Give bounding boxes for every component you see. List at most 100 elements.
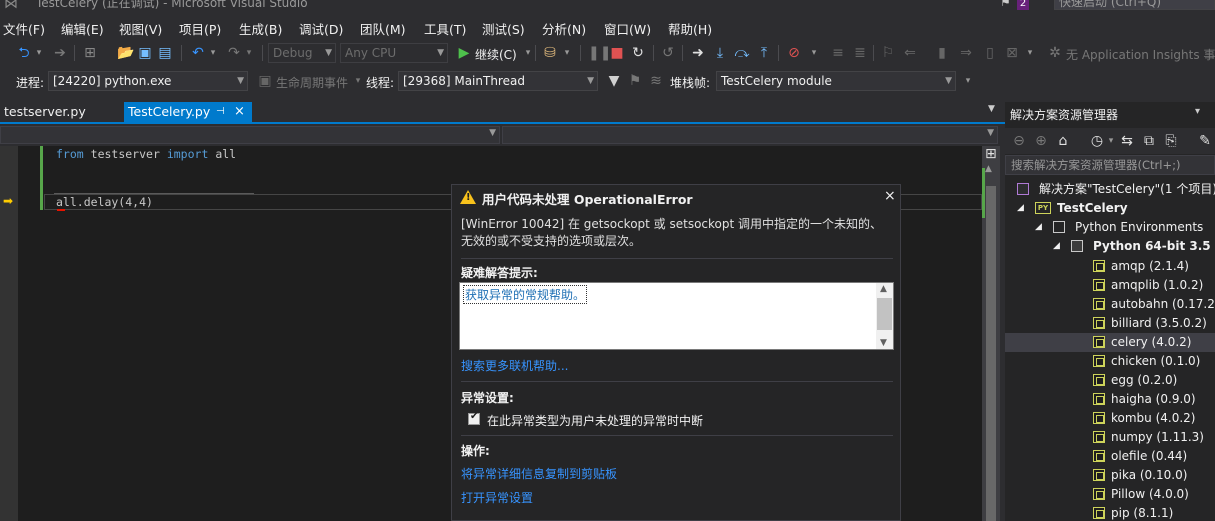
solution-search-input[interactable]: 搜索解决方案资源管理器(Ctrl+;) [1005, 155, 1215, 175]
comment-icon[interactable]: ≡ [830, 40, 846, 66]
menu-window[interactable]: 窗口(W) [604, 19, 651, 38]
open-file-icon[interactable]: 📂 [117, 40, 134, 66]
sync-icon[interactable]: ⇆ [1119, 128, 1135, 154]
undo-dropdown-icon[interactable]: ▾ [205, 40, 221, 66]
redo-dropdown-icon[interactable]: ▾ [241, 40, 257, 66]
forward-icon[interactable]: ⊕ [1033, 128, 1049, 154]
general-help-link[interactable]: 获取异常的常规帮助。 [463, 285, 588, 304]
close-tab-icon[interactable]: × [234, 102, 245, 122]
continue-button[interactable]: 继续(C) [475, 46, 517, 63]
filter-icon[interactable]: ▼ [606, 68, 622, 94]
browse-dropdown-icon[interactable]: ▾ [559, 40, 575, 66]
lifecycle-events-icon[interactable]: ▣ [257, 68, 273, 94]
tab-testcelery[interactable]: TestCelery.py ⊣ × [124, 102, 252, 122]
scroll-down-icon[interactable]: ▼ [880, 338, 887, 348]
menu-team[interactable]: 团队(M) [360, 19, 406, 38]
notification-flag-icon[interactable]: ⚑ [1000, 0, 1011, 9]
menu-project[interactable]: 项目(P) [179, 19, 221, 38]
show-next-statement-arrow-icon[interactable]: ➜ [690, 40, 706, 66]
tips-scrollbar[interactable]: ▲ ▼ [876, 283, 893, 349]
lifecycle-dropdown-icon[interactable]: ▾ [350, 68, 366, 94]
tab-list-dropdown-icon[interactable]: ▼ [988, 104, 995, 114]
new-project-icon[interactable]: ⊞ [82, 40, 98, 66]
menu-test[interactable]: 测试(S) [482, 19, 525, 38]
expanded-icon[interactable]: ◢ [1035, 218, 1042, 237]
tips-scrollbar-thumb[interactable] [877, 298, 892, 330]
save-all-icon[interactable]: ▤ [157, 40, 173, 66]
show-next-statement-icon[interactable]: ↺ [660, 40, 676, 66]
flag-thread-icon[interactable]: ⚑ [627, 68, 643, 94]
menu-analyze[interactable]: 分析(N) [542, 19, 586, 38]
break-when-unhandled-label[interactable]: 在此异常类型为用户未处理的异常时中断 [487, 412, 703, 429]
step-into-icon[interactable]: ⤓ [712, 40, 728, 66]
stack-frame-select[interactable]: TestCelery module ▼ [716, 71, 956, 91]
menu-debug[interactable]: 调试(D) [299, 19, 343, 38]
scrollbar-thumb[interactable] [986, 186, 996, 521]
prev-bookmark-icon[interactable]: ⇐ [902, 40, 918, 66]
scope-dropdown[interactable]: ▼ [0, 126, 500, 144]
quick-launch-input[interactable]: 快速启动 (Ctrl+Q) [1054, 0, 1215, 10]
forward-icon[interactable]: ➔ [52, 40, 68, 66]
home-icon[interactable]: ⌂ [1055, 128, 1071, 154]
continue-icon[interactable]: ▶ [456, 40, 472, 66]
menu-view[interactable]: 视图(V) [119, 19, 162, 38]
member-dropdown[interactable]: ▼ [502, 126, 998, 144]
notification-badge[interactable]: 2 [1017, 0, 1029, 10]
expanded-icon[interactable]: ◢ [1053, 237, 1060, 256]
back-dropdown-icon[interactable]: ▾ [31, 40, 47, 66]
hex-display-icon[interactable]: ⊘ [786, 40, 802, 66]
code-line-2[interactable]: all.delay(4,4) [56, 195, 153, 209]
scroll-up-icon[interactable]: ▲ [880, 284, 887, 294]
process-select[interactable]: [24220] python.exe ▼ [48, 71, 248, 91]
toolbar-overflow-icon[interactable]: ▾ [960, 68, 976, 94]
properties-icon[interactable]: ✎ [1197, 128, 1213, 154]
redo-icon[interactable]: ↷ [226, 40, 242, 66]
break-all-icon[interactable]: ❚❚ [588, 40, 611, 66]
break-when-unhandled-checkbox[interactable] [468, 411, 480, 425]
next-bookmark-icon[interactable]: ⇒ [958, 40, 974, 66]
save-icon[interactable]: ▣ [137, 40, 153, 66]
restart-icon[interactable]: ↻ [630, 40, 646, 66]
expanded-icon[interactable]: ◢ [1017, 199, 1024, 218]
clear-bookmarks-icon[interactable]: ⊠ [1004, 40, 1020, 66]
pin-icon[interactable]: ⊣ [216, 102, 225, 122]
bookmark-folder-icon[interactable]: ▯ [982, 40, 998, 66]
editor-vertical-scrollbar[interactable]: ⊞ ▲ [982, 146, 1000, 521]
panel-options-icon[interactable]: ▾ [1195, 106, 1200, 117]
split-window-icon[interactable]: ⊞ [985, 146, 997, 162]
toggle-flag-icon[interactable]: ≋ [648, 68, 664, 94]
hex-dropdown-icon[interactable]: ▾ [806, 40, 822, 66]
code-line-1[interactable]: from testserver import all [56, 147, 236, 161]
configuration-select[interactable]: Debug ▼ [268, 43, 336, 63]
stop-debugging-icon[interactable]: ■ [609, 40, 625, 66]
thread-select[interactable]: [29368] MainThread ▼ [398, 71, 598, 91]
menu-build[interactable]: 生成(B) [239, 19, 282, 38]
toolbar-overflow-icon[interactable]: ▾ [1022, 40, 1038, 66]
step-over-icon[interactable]: ⤼ [734, 40, 750, 66]
menu-tools[interactable]: 工具(T) [424, 19, 466, 38]
step-out-icon[interactable]: ⤒ [756, 40, 772, 66]
tab-testserver[interactable]: testserver.py [0, 102, 120, 122]
menu-file[interactable]: 文件(F) [3, 19, 45, 38]
troubleshooting-tips-list[interactable]: 获取异常的常规帮助。 ▲ ▼ [459, 282, 894, 350]
menu-edit[interactable]: 编辑(E) [61, 19, 104, 38]
filter-dropdown-icon[interactable]: ▾ [1103, 128, 1119, 154]
app-insights-icon[interactable]: ✲ [1047, 40, 1063, 66]
collapse-all-icon[interactable]: ⧉ [1141, 128, 1157, 154]
back-icon[interactable]: ⊖ [1011, 128, 1027, 154]
search-online-help-link[interactable]: 搜索更多联机帮助... [461, 357, 568, 374]
platform-select[interactable]: Any CPU ▼ [340, 43, 448, 63]
back-icon[interactable]: ⮌ [16, 40, 32, 66]
uncomment-icon[interactable]: ≣ [852, 40, 868, 66]
show-all-files-icon[interactable]: ⎘ [1163, 128, 1179, 154]
toggle-bookmark-icon[interactable]: ⚐ [880, 40, 896, 66]
browse-icon[interactable]: ⛁ [542, 40, 558, 66]
continue-dropdown-icon[interactable]: ▾ [520, 40, 536, 66]
bookmark-icon[interactable]: ▮ [934, 40, 950, 66]
app-insights-status[interactable]: 无 Application Insights 事 [1066, 46, 1215, 63]
close-icon[interactable]: × [884, 188, 896, 204]
undo-icon[interactable]: ↶ [190, 40, 206, 66]
scroll-up-icon[interactable]: ▲ [985, 164, 992, 174]
open-exception-settings-link[interactable]: 打开异常设置 [461, 489, 533, 506]
lifecycle-events-button[interactable]: 生命周期事件 [276, 74, 348, 91]
